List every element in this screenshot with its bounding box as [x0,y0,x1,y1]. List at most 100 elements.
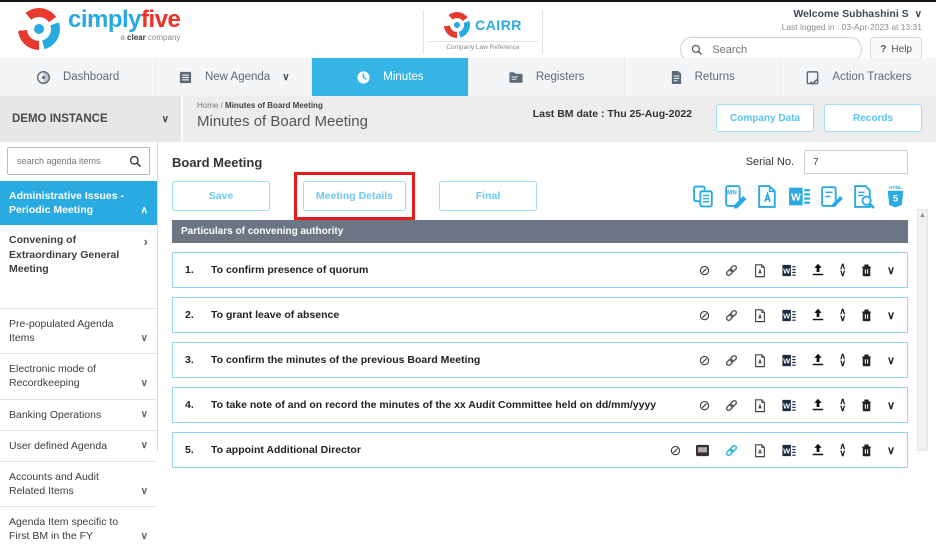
expand-icon[interactable]: ∨ [887,399,895,412]
user-menu[interactable]: Welcome Subhashini S ∨ [680,8,922,20]
agenda-item-text: To grant leave of absence [211,309,340,321]
link-icon[interactable] [724,308,739,323]
nav-registers[interactable]: Registers [469,58,625,96]
move-down-icon[interactable]: ∨ [839,359,846,368]
word-icon[interactable]: W [781,263,797,278]
upload-icon[interactable] [811,398,825,412]
sidebar-item-user-defined-agenda[interactable]: User defined Agenda ∨ [0,429,157,461]
search-icon [692,44,703,55]
disable-icon[interactable]: ⊘ [699,398,711,412]
global-search-input[interactable] [710,42,825,57]
nav-dashboard[interactable]: Dashboard [0,58,157,96]
word-icon[interactable]: W [781,398,797,413]
move-down-icon[interactable]: ∨ [839,449,846,458]
reorder-control[interactable]: ∧ ∨ [839,307,846,323]
nav-minutes[interactable]: Minutes [312,58,469,96]
pdf-icon[interactable] [753,398,767,413]
html5-export-icon[interactable]: HTML 5 [883,184,908,209]
new-agenda-icon [179,71,192,83]
copy-icon[interactable] [691,184,716,209]
sidebar-item-administrative-issues[interactable]: Administrative Issues - Periodic Meeting… [0,181,157,226]
delete-icon[interactable] [860,398,873,413]
agenda-search-input[interactable] [15,155,119,167]
nav-action-trackers[interactable]: Action Trackers [781,58,936,96]
delete-icon[interactable] [860,353,873,368]
reorder-control[interactable]: ∧ ∨ [839,442,846,458]
upload-icon[interactable] [811,308,825,322]
word-export-icon[interactable]: W [787,184,812,209]
pdf-icon[interactable] [753,263,767,278]
nav-new-agenda[interactable]: New Agenda ∨ [156,58,313,96]
link-icon[interactable] [724,443,739,458]
meeting-details-button[interactable]: Meeting Details [303,181,407,211]
preview-search-icon[interactable] [851,184,876,209]
expand-icon[interactable]: ∨ [887,444,895,457]
breadcrumb[interactable]: Home / Minutes of Board Meeting [197,101,533,110]
chevron-down-icon[interactable]: ∨ [162,114,169,125]
word-icon[interactable]: W [781,308,797,323]
move-down-icon[interactable]: ∨ [839,314,846,323]
expand-icon[interactable]: ∨ [887,264,895,277]
sidebar-item-pre-populated[interactable]: Pre-populated Agenda Items ∨ [0,307,157,353]
records-button[interactable]: Records [824,104,922,132]
edit-document-icon[interactable] [819,184,844,209]
svg-text:W: W [783,401,791,410]
disable-icon[interactable]: ⊘ [699,308,711,322]
agenda-row-5: 5. To appoint Additional Director ⊘ W ∧ ∨ … [172,432,908,468]
svg-text:W: W [791,192,801,203]
svg-text:W: W [783,446,791,455]
board-meeting-title: Board Meeting [172,154,263,170]
link-icon[interactable] [724,398,739,413]
sidebar-item-electronic-recordkeeping[interactable]: Electronic mode of Recordkeeping ∨ [0,353,157,398]
minutes-edit-icon[interactable]: MN [723,184,748,209]
chevron-down-icon: ∨ [140,332,148,344]
sidebar-item-convening-egm[interactable]: Convening of Extraordinary General Meeti… [0,225,157,298]
reorder-control[interactable]: ∧ ∨ [839,262,846,278]
instance-selector[interactable]: DEMO INSTANCE ∨ [0,96,183,142]
save-button[interactable]: Save [172,181,270,211]
pdf-icon[interactable] [753,353,767,368]
agenda-item-text: To take note of and on record the minute… [211,399,657,411]
nav-label: New Agenda [204,71,271,83]
word-icon[interactable]: W [781,353,797,368]
svg-text:W: W [783,356,791,365]
delete-icon[interactable] [860,308,873,323]
cairr-subtitle: Company Law Reference [428,41,538,51]
link-icon[interactable] [724,263,739,278]
upload-icon[interactable] [811,443,825,457]
delete-icon[interactable] [860,263,873,278]
pdf-icon[interactable] [753,308,767,323]
form-grid-icon[interactable] [695,444,710,457]
expand-icon[interactable]: ∨ [887,354,895,367]
upload-icon[interactable] [811,353,825,367]
vertical-scrollbar[interactable]: ▲ [917,209,928,451]
move-down-icon[interactable]: ∨ [839,404,846,413]
chevron-down-icon: ∨ [140,531,148,543]
agenda-search[interactable] [7,147,150,175]
reorder-control[interactable]: ∧ ∨ [839,397,846,413]
move-down-icon[interactable]: ∨ [839,269,846,278]
delete-icon[interactable] [860,443,873,458]
brand-tagline: a clear company [120,33,181,42]
disable-icon[interactable]: ⊘ [670,443,682,457]
nav-returns[interactable]: Returns [625,58,781,96]
pdf-icon[interactable] [753,443,767,458]
chevron-down-icon[interactable]: ∨ [915,9,922,20]
final-button[interactable]: Final [439,181,538,211]
pdf-export-icon[interactable] [755,184,780,209]
company-data-button[interactable]: Company Data [716,104,814,132]
expand-icon[interactable]: ∨ [887,309,895,322]
link-icon[interactable] [724,353,739,368]
sidebar-item-accounts-audit[interactable]: Accounts and Audit Related Items ∨ [0,460,157,506]
disable-icon[interactable]: ⊘ [699,263,711,277]
breadcrumb-band: DEMO INSTANCE ∨ Home / Minutes of Board … [0,96,936,142]
upload-icon[interactable] [811,263,825,277]
disable-icon[interactable]: ⊘ [699,353,711,367]
word-icon[interactable]: W [781,443,797,458]
sidebar-item-banking-operations[interactable]: Banking Operations ∨ [0,398,157,430]
dashboard-icon [36,70,50,84]
sidebar-item-first-bm-fy[interactable]: Agenda Item specific to First BM in the … [0,506,157,551]
reorder-control[interactable]: ∧ ∨ [839,352,846,368]
scroll-up-arrow-icon[interactable]: ▲ [918,210,927,221]
serial-no-input[interactable] [804,150,908,174]
